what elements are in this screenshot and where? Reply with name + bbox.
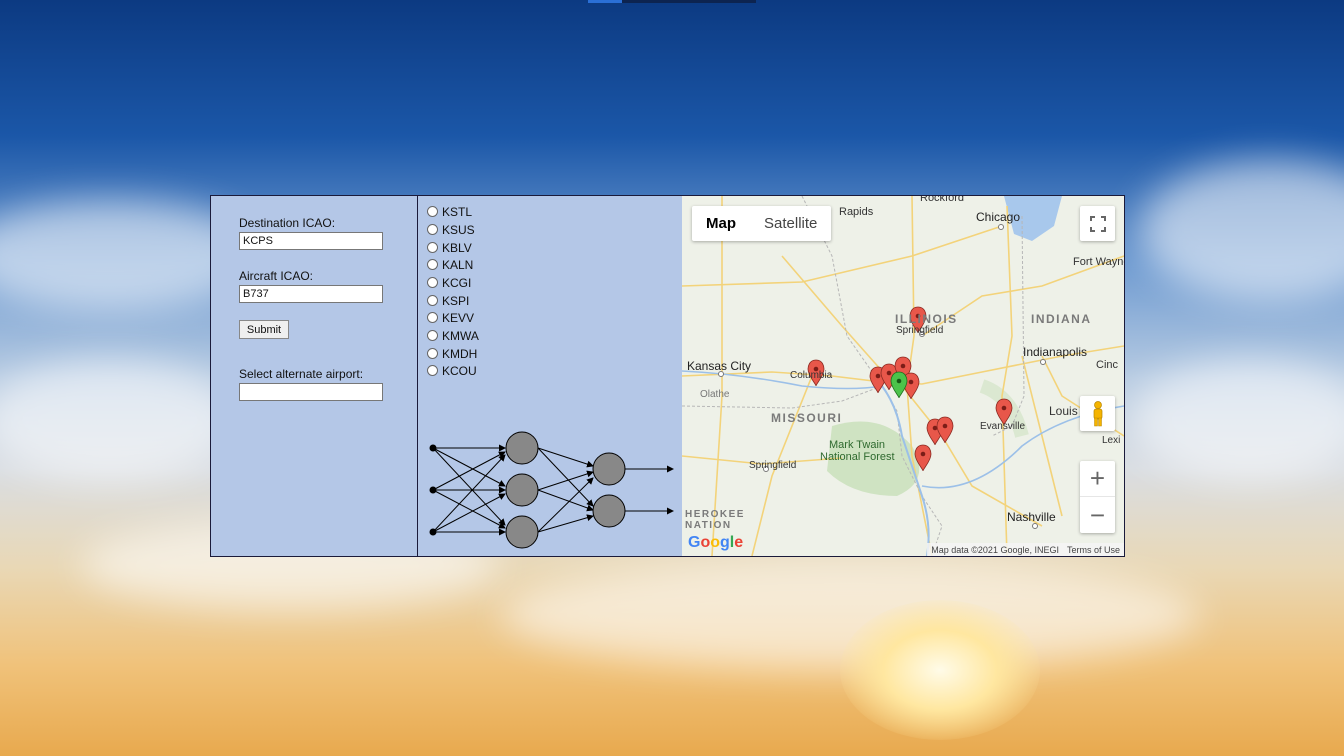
nn-connections: [432, 444, 674, 536]
map-label-chicago: Chicago: [976, 210, 1021, 224]
top-progress-bar: [588, 0, 756, 3]
cloud: [1130, 360, 1344, 480]
cloud: [0, 360, 240, 480]
airport-code: KSPI: [442, 293, 470, 308]
main-panel: Destination ICAO: Aircraft ICAO: Submit …: [210, 195, 1125, 557]
radio-button[interactable]: [427, 365, 438, 376]
airport-code: KMDH: [442, 346, 478, 361]
map-label-mark-twain: Mark Twain: [829, 439, 886, 451]
radio-button[interactable]: [427, 330, 438, 341]
airport-code: KBLV: [442, 240, 472, 255]
zoom-control: + −: [1080, 461, 1115, 533]
radio-button[interactable]: [427, 259, 438, 270]
street-view-button[interactable]: [1080, 396, 1115, 431]
map-label-nation: NATION: [685, 520, 732, 531]
destination-input[interactable]: [239, 232, 383, 250]
map-canvas[interactable]: [682, 196, 1124, 556]
map-label-cinc: Cinc: [1096, 359, 1119, 371]
nn-input-nodes: [429, 444, 437, 536]
map-attribution: Map data ©2021 Google, INEGI Terms of Us…: [927, 543, 1124, 556]
nn-neurons: [505, 431, 626, 549]
airport-option[interactable]: KCGI: [427, 274, 471, 291]
map-label-evansville: Evansville: [980, 421, 1026, 432]
map-label-columbia: Columbia: [790, 370, 833, 381]
radio-button[interactable]: [427, 312, 438, 323]
radio-button[interactable]: [427, 224, 438, 235]
airport-option[interactable]: KALN: [427, 256, 473, 273]
map-view[interactable]: Rockford Rapids Chicago Fort Wayne ILLIN…: [682, 196, 1124, 556]
map-tab-map[interactable]: Map: [692, 206, 750, 241]
cloud: [1140, 160, 1344, 300]
google-logo[interactable]: Google: [688, 534, 743, 552]
airport-option[interactable]: KEVV: [427, 309, 474, 326]
airport-code: KEVV: [442, 310, 475, 325]
aircraft-label: Aircraft ICAO:: [239, 269, 314, 283]
radio-button[interactable]: [427, 242, 438, 253]
destination-label: Destination ICAO:: [239, 216, 336, 230]
airport-option[interactable]: KSUS: [427, 221, 475, 238]
airport-option[interactable]: KBLV: [427, 239, 472, 256]
map-type-control: Map Satellite: [692, 206, 832, 241]
map-tab-satellite[interactable]: Satellite: [750, 206, 831, 241]
alternate-label: Select alternate airport:: [239, 367, 364, 381]
aircraft-input[interactable]: [239, 285, 383, 303]
sun: [840, 600, 1040, 740]
map-label-fort-wayne: Fort Wayne: [1073, 256, 1124, 268]
airport-code: KCGI: [442, 275, 472, 290]
terms-link[interactable]: Terms of Use: [1067, 545, 1120, 555]
airport-option[interactable]: KCOU: [427, 362, 477, 379]
airport-code: KALN: [442, 257, 474, 272]
zoom-in-button[interactable]: +: [1080, 461, 1115, 497]
alternate-list: KSTL KSUS KBLV KALN KCGI KSPI KEVV KMWA …: [417, 196, 683, 556]
radio-button[interactable]: [427, 277, 438, 288]
map-label-kansas-city: Kansas City: [687, 359, 752, 373]
airport-option[interactable]: KSPI: [427, 292, 469, 309]
map-label-national-forest: National Forest: [820, 451, 895, 463]
submit-button[interactable]: Submit: [239, 320, 289, 339]
map-label-indiana: INDIANA: [1031, 312, 1092, 326]
airport-code: KMWA: [442, 328, 479, 343]
airport-code: KSUS: [442, 222, 475, 237]
airport-option[interactable]: KSTL: [427, 203, 472, 220]
airport-option[interactable]: KMWA: [427, 327, 479, 344]
map-label-missouri: MISSOURI: [771, 411, 843, 425]
radio-button[interactable]: [427, 295, 438, 306]
map-label-springfield-il: Springfield: [896, 325, 944, 336]
fullscreen-icon: [1089, 215, 1106, 232]
airport-code: KSTL: [442, 204, 473, 219]
map-label-herokee: HEROKEE: [685, 509, 745, 520]
map-label-rapids: Rapids: [839, 206, 874, 218]
radio-button[interactable]: [427, 348, 438, 359]
map-label-springfield-mo: Springfield: [749, 460, 797, 471]
map-label-rockford: Rockford: [920, 196, 965, 204]
map-label-louis: Louis: [1049, 404, 1078, 418]
map-label-nashville: Nashville: [1007, 510, 1056, 524]
map-label-illinois: ILLINOIS: [895, 312, 958, 326]
fullscreen-button[interactable]: [1080, 206, 1115, 241]
neural-network-diagram: [429, 431, 674, 549]
alternate-input[interactable]: [239, 383, 383, 401]
airport-option[interactable]: KMDH: [427, 345, 477, 362]
map-data-credit: Map data ©2021 Google, INEGI: [931, 544, 1059, 555]
map-label-olathe: Olathe: [700, 389, 730, 400]
map-label-indianapolis: Indianapolis: [1023, 345, 1088, 359]
pegman-icon: [1093, 400, 1102, 426]
airport-code: KCOU: [442, 363, 477, 378]
map-label-lexi: Lexi: [1102, 435, 1121, 446]
radio-button[interactable]: [427, 206, 438, 217]
zoom-out-button[interactable]: −: [1080, 497, 1115, 533]
flight-form: Destination ICAO: Aircraft ICAO: Submit …: [211, 196, 418, 556]
